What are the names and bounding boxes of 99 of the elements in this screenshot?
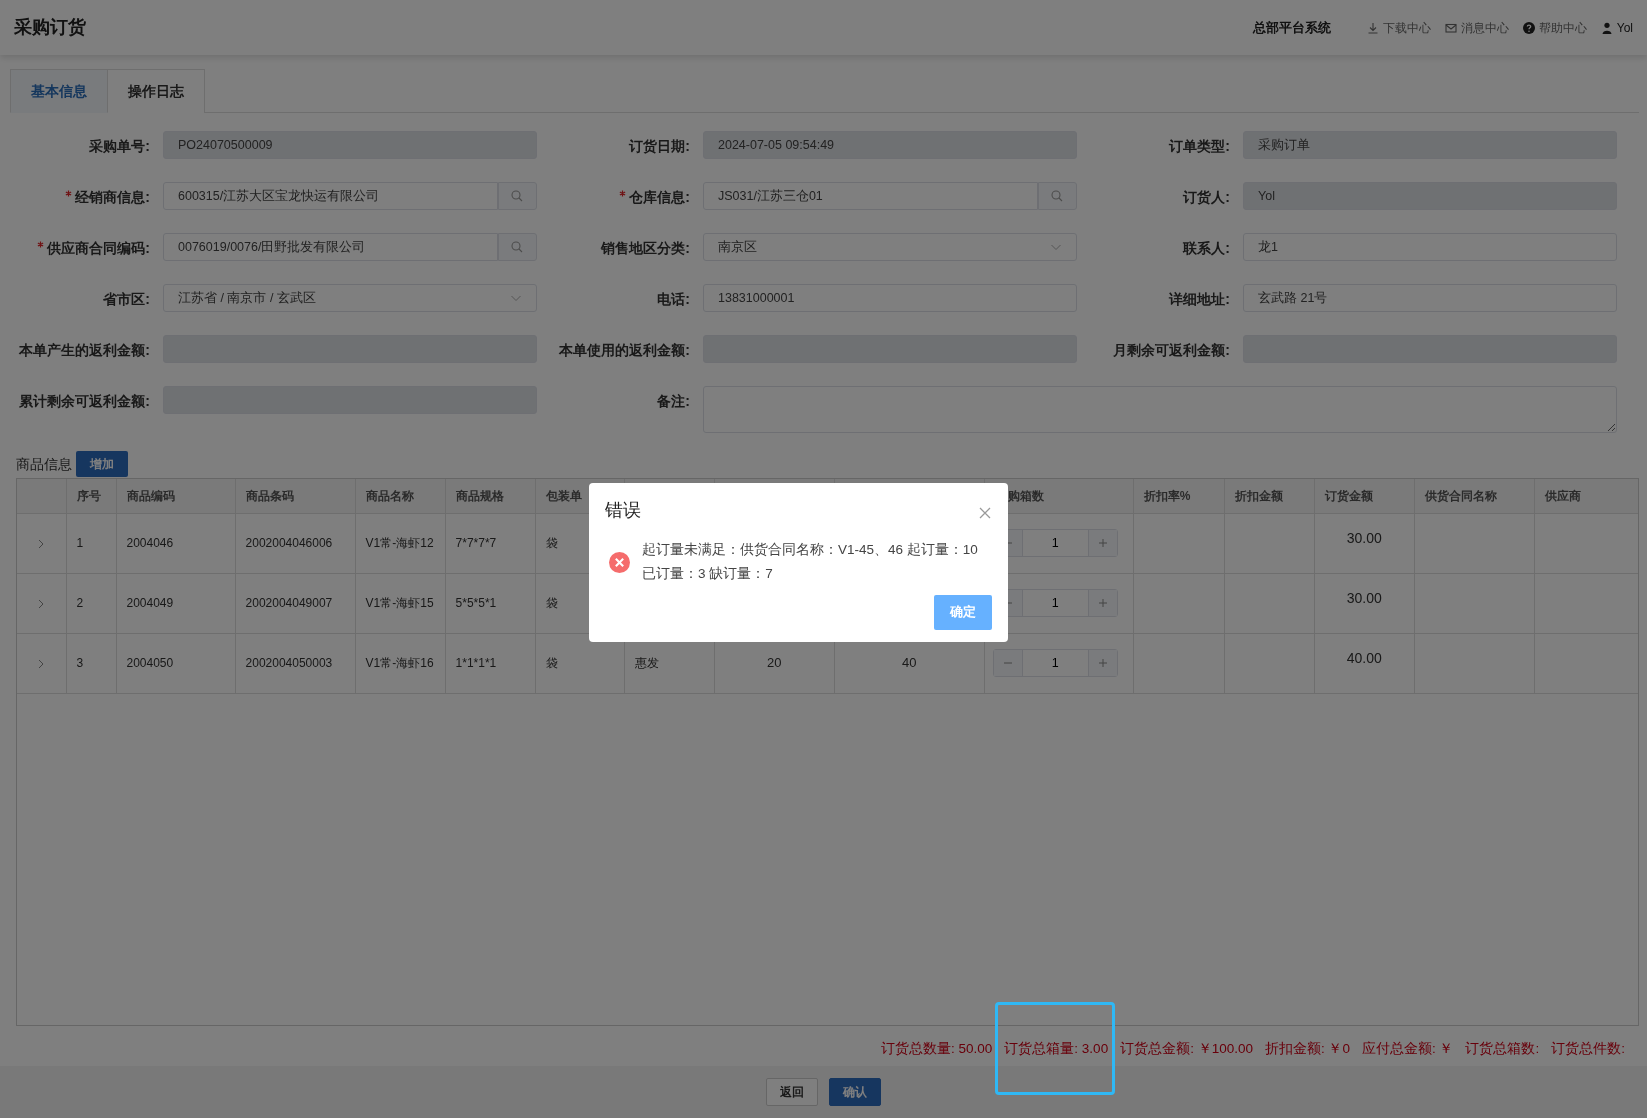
memo-field[interactable] bbox=[703, 386, 1617, 433]
table-cell: 2004050 bbox=[116, 633, 236, 693]
user-icon bbox=[1600, 21, 1613, 34]
table-cell: 2004046 bbox=[116, 513, 236, 573]
field-label: 采购单号: bbox=[89, 137, 150, 156]
table-cell: V1常-海虾15 bbox=[355, 573, 446, 633]
total-text: 应付总金额: ￥ bbox=[1361, 1040, 1454, 1058]
total-text: 订货总箱数: bbox=[1465, 1040, 1540, 1058]
field-label: 详细地址: bbox=[1169, 290, 1230, 309]
field-label: 省市区: bbox=[103, 290, 150, 309]
column-header: 商品编码 bbox=[116, 479, 236, 513]
header-link[interactable]: 帮助中心 bbox=[1522, 18, 1587, 37]
field-label: 供应商合同编码: bbox=[47, 239, 150, 258]
quantity-stepper[interactable]: 1 bbox=[992, 649, 1118, 677]
field-label: 订货日期: bbox=[629, 137, 690, 156]
download-icon bbox=[1366, 21, 1379, 34]
table-cell: V1常-海虾12 bbox=[355, 513, 446, 573]
column-header: 折扣金额 bbox=[1224, 479, 1315, 513]
table-cell: 7*7*7*7 bbox=[445, 513, 536, 573]
field-label: 订货人: bbox=[1183, 188, 1230, 207]
search-button[interactable] bbox=[1037, 182, 1077, 210]
tab[interactable]: 操作日志 bbox=[108, 69, 205, 113]
column-header: 商品规格 bbox=[445, 479, 536, 513]
column-header: 供货合同名称 bbox=[1414, 479, 1535, 513]
confirm-button[interactable]: 确认 bbox=[829, 1078, 881, 1106]
table-cell: 1 bbox=[66, 513, 116, 573]
back-button[interactable]: 返回 bbox=[766, 1078, 818, 1106]
column-header: 序号 bbox=[66, 479, 116, 513]
increment-button[interactable] bbox=[1088, 530, 1117, 556]
input-field[interactable]: 龙1 bbox=[1243, 233, 1617, 261]
table-cell: 2002004050003 bbox=[235, 633, 356, 693]
search-button[interactable] bbox=[497, 182, 537, 210]
total-text: 折扣金额: ￥0 bbox=[1264, 1040, 1350, 1058]
field-label: 订单类型: bbox=[1169, 137, 1230, 156]
table-cell: 3 bbox=[66, 633, 116, 693]
header-link[interactable]: Yol bbox=[1600, 18, 1633, 37]
table-cell: 30.00 bbox=[1314, 573, 1415, 633]
column-header: 供应商 bbox=[1534, 479, 1638, 513]
field-label: 本单产生的返利金额: bbox=[19, 341, 150, 360]
quantity-field[interactable]: 1 bbox=[1021, 530, 1089, 556]
quantity-field[interactable]: 1 bbox=[1021, 590, 1089, 616]
select-field[interactable]: 江苏省 / 南京市 / 玄武区 bbox=[163, 284, 537, 312]
column-header: 商品条码 bbox=[235, 479, 356, 513]
table-cell: 5*5*5*1 bbox=[445, 573, 536, 633]
column-header: 订货金额 bbox=[1314, 479, 1415, 513]
input-field[interactable]: 600315/江苏大区宝龙快运有限公司 bbox=[163, 182, 498, 210]
table-cell: 2002004049007 bbox=[235, 573, 356, 633]
table-cell: 1*1*1*1 bbox=[445, 633, 536, 693]
plus-icon bbox=[1097, 658, 1108, 668]
table-cell: 2004049 bbox=[116, 573, 236, 633]
quantity-field[interactable]: 1 bbox=[1021, 650, 1089, 676]
table-cell: 2002004046006 bbox=[235, 513, 356, 573]
total-text: 订货总金额: ￥100.00 bbox=[1120, 1040, 1253, 1058]
input-field[interactable]: JS031/江苏三仓01 bbox=[703, 182, 1038, 210]
field-label: 累计剩余可返利金额: bbox=[19, 392, 150, 411]
add-button[interactable]: 增加 bbox=[76, 451, 128, 477]
help-icon bbox=[1522, 21, 1535, 34]
section-title: 商品信息 bbox=[16, 454, 72, 474]
page-title: 采购订货 bbox=[14, 16, 86, 39]
input-field[interactable]: 13831000001 bbox=[703, 284, 1077, 312]
system-name: 总部平台系统 bbox=[1252, 18, 1331, 37]
table-cell: 30.00 bbox=[1314, 513, 1415, 573]
header-link[interactable]: 消息中心 bbox=[1444, 18, 1509, 37]
search-icon bbox=[511, 190, 524, 202]
total-text: 订货总箱量: 3.00 bbox=[1004, 1039, 1109, 1066]
increment-button[interactable] bbox=[1088, 590, 1117, 616]
plus-icon bbox=[1097, 538, 1108, 548]
field-label: 月剩余可返利金额: bbox=[1113, 341, 1230, 360]
select-field[interactable]: 南京区 bbox=[703, 233, 1077, 261]
column-header: 折扣率% bbox=[1133, 479, 1225, 513]
search-icon bbox=[511, 241, 524, 253]
field-label: 备注: bbox=[657, 392, 690, 411]
column-header: 商品名称 bbox=[355, 479, 446, 513]
search-icon bbox=[1051, 190, 1064, 202]
header-link[interactable]: 下载中心 bbox=[1366, 18, 1431, 37]
field-label: 经销商信息: bbox=[75, 188, 150, 207]
mail-icon bbox=[1444, 21, 1457, 34]
field-label: 销售地区分类: bbox=[601, 239, 690, 258]
increment-button[interactable] bbox=[1088, 650, 1117, 676]
total-text: 订货总件数: bbox=[1551, 1040, 1625, 1058]
input-field[interactable]: 0076019/0076/田野批发有限公司 bbox=[163, 233, 498, 261]
tab[interactable]: 基本信息 bbox=[10, 69, 108, 113]
search-button[interactable] bbox=[497, 233, 537, 261]
field-label: 本单使用的返利金额: bbox=[559, 341, 690, 360]
confirm-button[interactable]: 确定 bbox=[934, 595, 992, 630]
total-text: 订货总数量: 50.00 bbox=[881, 1040, 993, 1058]
table-cell: V1常-海虾16 bbox=[355, 633, 446, 693]
field-label: 电话: bbox=[657, 290, 690, 309]
message-text: 已订量：3 缺订量：7 bbox=[642, 565, 774, 583]
error-icon bbox=[609, 551, 630, 573]
field-label: 联系人: bbox=[1183, 239, 1230, 258]
close-icon bbox=[978, 505, 992, 520]
message-text: 起订量未满足：供货合同名称：V1-45、46 起订量：10 bbox=[642, 541, 978, 559]
field-label: 仓库信息: bbox=[629, 188, 690, 207]
plus-icon bbox=[1097, 598, 1108, 608]
input-field[interactable]: 玄武路 21号 bbox=[1243, 284, 1617, 312]
table-cell: 40.00 bbox=[1314, 633, 1415, 693]
table-cell: 2 bbox=[66, 573, 116, 633]
decrement-button[interactable] bbox=[993, 650, 1022, 676]
